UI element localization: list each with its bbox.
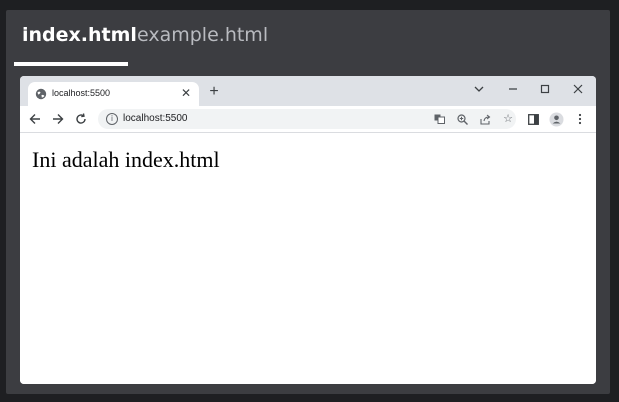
tab-index-html[interactable]: index.html: [22, 24, 137, 46]
maximize-icon[interactable]: [533, 80, 557, 98]
preview-panel: index.html example.html localhost:5500 ✕…: [6, 10, 610, 394]
side-panel-icon[interactable]: [524, 110, 542, 128]
share-icon[interactable]: [477, 111, 493, 127]
page-text: Ini adalah index.html: [32, 147, 220, 172]
profile-icon[interactable]: [547, 110, 565, 128]
browser-window: localhost:5500 ✕ + i localhost:5500 ☆ In…: [20, 76, 596, 384]
site-info-icon[interactable]: i: [106, 113, 118, 125]
close-icon[interactable]: [566, 80, 590, 98]
reload-icon[interactable]: [72, 110, 90, 128]
bookmark-star-icon[interactable]: ☆: [500, 111, 516, 127]
browser-titlebar: localhost:5500 ✕ +: [20, 76, 596, 106]
new-tab-icon[interactable]: +: [206, 84, 222, 100]
address-bar[interactable]: i localhost:5500 ☆: [98, 109, 516, 129]
address-bar-url: localhost:5500: [123, 113, 188, 124]
tab-search-icon[interactable]: [467, 80, 491, 98]
globe-icon: [35, 88, 47, 100]
browser-tab[interactable]: localhost:5500 ✕: [28, 82, 199, 106]
forward-arrow-icon[interactable]: [49, 110, 67, 128]
minimize-icon[interactable]: [501, 80, 525, 98]
close-tab-icon[interactable]: ✕: [179, 86, 193, 100]
active-tab-indicator: [14, 62, 128, 66]
editor-tab-bar: index.html example.html: [6, 10, 610, 70]
page-content: Ini adalah index.html: [20, 133, 596, 384]
browser-tab-title: localhost:5500: [52, 88, 111, 98]
back-arrow-icon[interactable]: [26, 110, 44, 128]
menu-icon[interactable]: [571, 110, 589, 128]
tab-example-html[interactable]: example.html: [137, 24, 268, 46]
browser-toolbar: i localhost:5500 ☆: [20, 106, 596, 132]
zoom-icon[interactable]: [454, 111, 470, 127]
translate-icon[interactable]: [431, 111, 447, 127]
